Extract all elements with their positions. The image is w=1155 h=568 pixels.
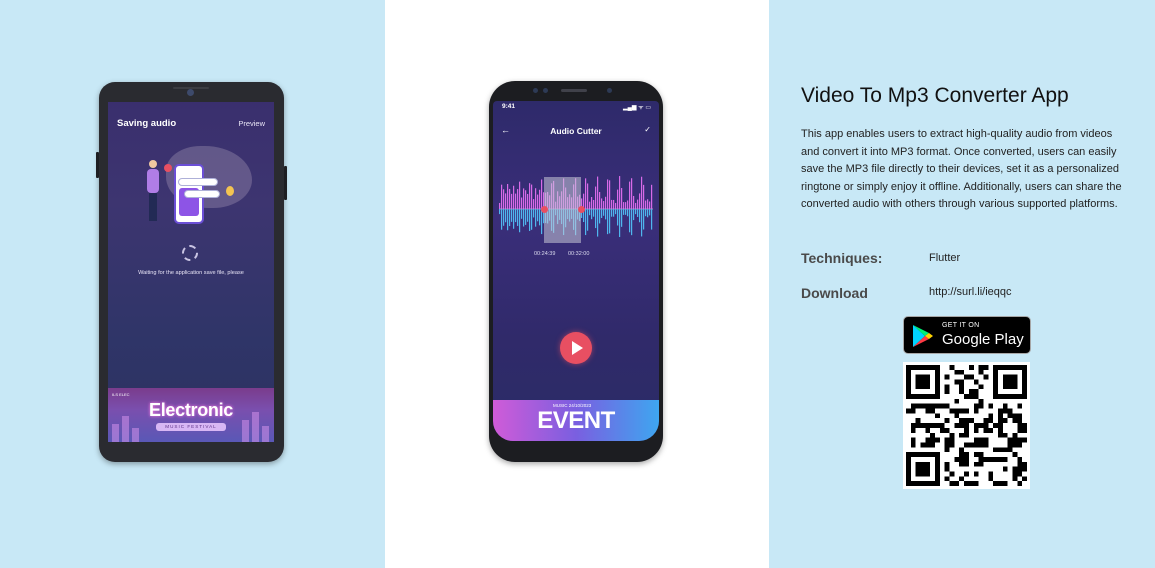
start-time-label: 00:24:39 <box>534 251 556 257</box>
banner-title: EVENT <box>537 407 615 434</box>
lightbulb-icon <box>226 186 234 196</box>
phone-mockup-audio-cutter: 9:41 ▂▄▆ ᯤ ▭ ← Audio Cutter ✓ 00:24:39 0… <box>489 81 663 462</box>
app-title: Video To Mp3 Converter App <box>801 84 1069 107</box>
selection-start-handle[interactable] <box>541 206 548 213</box>
download-link[interactable]: http://surl.li/ieqqc <box>929 286 1012 298</box>
volume-button <box>96 152 99 178</box>
banner-subtitle: MUSIC FESTIVAL <box>156 423 226 431</box>
techniques-label: Techniques: <box>801 250 883 266</box>
music-event-banner[interactable]: MUSIC 24/10/2023 EVENT <box>493 400 659 441</box>
audio-wave-pill-icon <box>184 190 220 198</box>
check-icon[interactable]: ✓ <box>644 125 651 134</box>
selection-end-handle[interactable] <box>578 206 585 213</box>
audio-wave-pill-icon <box>178 178 218 186</box>
audio-cutter-screen: 9:41 ▂▄▆ ᯤ ▭ ← Audio Cutter ✓ 00:24:39 0… <box>493 101 659 441</box>
google-play-icon <box>913 325 933 347</box>
power-button <box>284 166 287 200</box>
selection-region[interactable] <box>544 177 581 243</box>
phone-mockup-saving-audio: Saving audio Preview Waiting for the app… <box>96 82 287 462</box>
record-icon <box>164 164 172 172</box>
banner-brand: ILS ELEC <box>112 392 130 397</box>
phone-camera <box>187 89 194 96</box>
saving-audio-screen: Saving audio Preview Waiting for the app… <box>108 102 274 442</box>
phone-speaker <box>561 89 587 92</box>
status-time: 9:41 <box>502 103 516 110</box>
download-qr-code[interactable] <box>903 362 1030 489</box>
play-button[interactable] <box>560 332 592 364</box>
banner-title: Electronic <box>148 400 234 420</box>
phone-sensor <box>543 88 548 93</box>
google-play-badge-button[interactable]: GET IT ON Google Play <box>903 316 1031 354</box>
badge-store-name: Google Play <box>942 331 1024 348</box>
loading-spinner-icon <box>182 245 198 261</box>
waiting-message: Waiting for the application save file, p… <box>138 270 244 276</box>
badge-small-text: GET IT ON <box>942 322 980 329</box>
screen-title: Saving audio <box>117 118 177 129</box>
techniques-value: Flutter <box>929 252 961 264</box>
phone-camera <box>607 88 612 93</box>
screen-title: Audio Cutter <box>550 126 602 136</box>
app-description: This app enables users to extract high-q… <box>801 128 1122 211</box>
electronic-festival-banner[interactable]: ILS ELEC Electronic MUSIC FESTIVAL <box>108 388 274 442</box>
preview-link[interactable]: Preview <box>238 119 265 128</box>
phone-sensor <box>533 88 538 93</box>
end-time-label: 00:32:00 <box>568 251 590 257</box>
illustration-person <box>146 160 160 222</box>
download-label: Download <box>801 285 868 301</box>
status-icons: ▂▄▆ ᯤ ▭ <box>623 105 651 111</box>
